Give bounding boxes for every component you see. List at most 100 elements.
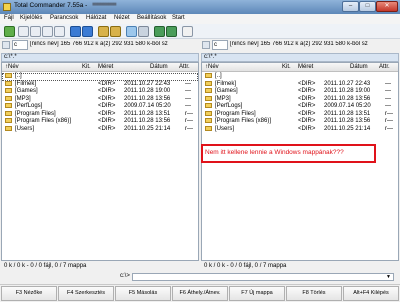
item-name: [Filmek] <box>215 80 236 87</box>
f7-newfolder-button[interactable]: F7 Új mappa <box>229 286 285 301</box>
forward-icon[interactable] <box>82 26 93 37</box>
column-ext[interactable]: Kit. <box>82 64 91 70</box>
item-size: <DIR> <box>298 103 316 109</box>
chevron-down-icon[interactable]: ▼ <box>386 274 391 280</box>
view-brief-icon[interactable] <box>18 26 29 37</box>
item-attr: r— <box>185 110 193 117</box>
minimize-button[interactable]: – <box>342 1 359 12</box>
left-column-header: ↑Név Kit. Méret Dátum Attr. <box>2 63 198 72</box>
function-key-bar: F3 Nézőke F4 Szerkesztés F5 Másolás F6 Á… <box>0 284 400 302</box>
rename-icon[interactable] <box>138 26 149 37</box>
search-icon[interactable] <box>126 26 137 37</box>
item-size: <DIR> <box>298 80 316 87</box>
menu-file[interactable]: Fájl <box>4 15 14 21</box>
unpack-icon[interactable] <box>110 26 121 37</box>
left-file-panel[interactable]: ↑Név Kit. Méret Dátum Attr. [..] [Filmek… <box>1 62 199 261</box>
annotation-box: Nem itt kellene lennie a Windows mappána… <box>201 144 376 163</box>
right-column-header: ↑Név Kit. Méret Dátum Attr. <box>202 63 398 72</box>
right-drive-button[interactable] <box>202 41 210 49</box>
folder-icon <box>5 95 12 101</box>
ftp-new-icon[interactable] <box>166 26 177 37</box>
column-name[interactable]: ↑Név <box>5 64 19 70</box>
menu-settings[interactable]: Beállítások <box>137 15 166 21</box>
list-item[interactable]: [Users] <DIR> 2011.10.25 21:14 r— <box>202 125 398 134</box>
column-date[interactable]: Dátum <box>150 64 168 70</box>
folder-icon <box>5 125 12 131</box>
command-line-input[interactable] <box>132 273 394 281</box>
column-name[interactable]: ↑Név <box>205 64 219 70</box>
item-attr: — <box>385 95 391 102</box>
list-item[interactable]: [Filmek] <DIR> 2011.10.27 22:43 — <box>202 80 398 89</box>
left-file-list: [..] [Filmek] <DIR> 2011.10.27 22:43 — [Gam… <box>2 73 198 133</box>
item-size: <DIR> <box>98 95 116 102</box>
tree-icon[interactable] <box>42 26 53 37</box>
list-item[interactable]: [Program Files (x86)] <DIR> 2011.10.28 13:… <box>202 118 398 126</box>
f3-view-button[interactable]: F3 Nézőke <box>1 286 57 301</box>
menu-view[interactable]: Nézet <box>114 15 130 21</box>
notepad-icon[interactable] <box>182 26 193 37</box>
item-size: <DIR> <box>298 95 316 102</box>
menu-select[interactable]: Kijelölés <box>20 15 42 21</box>
view-full-icon[interactable] <box>30 26 41 37</box>
title-blur: ■■■■■■■■■ <box>92 2 117 8</box>
list-item[interactable]: [Program Files (x86)] <DIR> 2011.10.28 13:… <box>2 118 198 126</box>
thumbnails-icon[interactable] <box>54 26 65 37</box>
f5-copy-button[interactable]: F5 Másolás <box>115 286 171 301</box>
list-item[interactable]: [Games] <DIR> 2011.10.28 19:00 — <box>2 88 198 96</box>
left-path-bar[interactable]: c:\*.* <box>1 53 199 62</box>
back-icon[interactable] <box>70 26 81 37</box>
maximize-button[interactable]: □ <box>359 1 376 12</box>
column-size[interactable]: Méret <box>298 64 313 70</box>
refresh-icon[interactable] <box>4 26 15 37</box>
column-date[interactable]: Dátum <box>350 64 368 70</box>
folder-icon <box>5 88 12 93</box>
list-item[interactable]: [MP3] <DIR> 2011.10.28 13:56 — <box>202 95 398 104</box>
list-item[interactable]: [PerfLogs] <DIR> 2009.07.14 05:20 — <box>2 103 198 111</box>
folder-icon <box>205 125 212 131</box>
left-drive-button[interactable] <box>2 41 10 49</box>
up-folder-icon <box>5 73 12 78</box>
right-drive-row: c [nincs név] 165 766 912 k a(z) 292 931… <box>200 40 400 51</box>
annotation-text: Nem itt kellene lennie a Windows mappána… <box>205 149 344 156</box>
list-item[interactable]: [Program Files] <DIR> 2011.10.28 13:51 r— <box>202 110 398 119</box>
item-date: 2011.10.28 13:56 <box>324 118 371 124</box>
menu-start[interactable]: Start <box>172 15 185 21</box>
f6-move-button[interactable]: F6 Áthely./Átnev. <box>172 286 228 301</box>
total-commander-window: Total Commander 7.55a - ■■■■■■■■■ – □ ✕ … <box>0 0 400 302</box>
menu-commands[interactable]: Parancsok <box>50 15 78 21</box>
f4-edit-button[interactable]: F4 Szerkesztés <box>58 286 114 301</box>
list-item[interactable]: [Games] <DIR> 2011.10.28 19:00 — <box>202 88 398 96</box>
column-size[interactable]: Méret <box>98 64 113 70</box>
item-name: [Program Files] <box>15 110 56 117</box>
list-item[interactable]: [..] <box>2 73 198 81</box>
item-size: <DIR> <box>98 80 116 87</box>
column-ext[interactable]: Kit. <box>282 64 291 70</box>
list-item[interactable]: [..] <box>202 73 398 81</box>
item-date: 2011.10.28 19:00 <box>324 88 371 94</box>
item-date: 2011.10.28 13:56 <box>124 95 171 102</box>
f8-delete-button[interactable]: F8 Törlés <box>286 286 342 301</box>
list-item[interactable]: [MP3] <DIR> 2011.10.28 13:56 — <box>2 95 198 104</box>
item-name: [..] <box>215 73 222 79</box>
item-name: [Program Files] <box>215 110 256 117</box>
column-attr[interactable]: Attr. <box>379 64 390 70</box>
list-item[interactable]: [Users] <DIR> 2011.10.25 21:14 r— <box>2 125 198 134</box>
item-size: <DIR> <box>298 118 316 124</box>
right-path-bar[interactable]: c:\*.* <box>201 53 399 62</box>
list-item[interactable]: [Program Files] <DIR> 2011.10.28 13:51 r— <box>2 110 198 119</box>
item-name: [MP3] <box>15 95 31 102</box>
right-drive-select[interactable]: c <box>212 40 228 50</box>
list-item[interactable]: [PerfLogs] <DIR> 2009.07.14 05:20 — <box>202 103 398 111</box>
left-drive-row: c [nincs név] 165 766 912 k a(z) 292 931… <box>0 40 199 51</box>
pack-icon[interactable] <box>98 26 109 37</box>
column-attr[interactable]: Attr. <box>179 64 190 70</box>
altf4-exit-button[interactable]: Alt+F4 Kilépés <box>343 286 399 301</box>
menu-network[interactable]: Hálózat <box>86 15 106 21</box>
left-drive-info: [nincs név] 165 766 912 k a(z) 292 931 5… <box>30 41 168 47</box>
item-attr: — <box>185 88 191 94</box>
list-item[interactable]: [Filmek] <DIR> 2011.10.27 22:43 — <box>2 80 198 89</box>
left-drive-select[interactable]: c <box>12 40 28 50</box>
close-button[interactable]: ✕ <box>376 1 398 12</box>
item-date: 2011.10.28 13:51 <box>124 110 171 117</box>
ftp-icon[interactable] <box>154 26 165 37</box>
